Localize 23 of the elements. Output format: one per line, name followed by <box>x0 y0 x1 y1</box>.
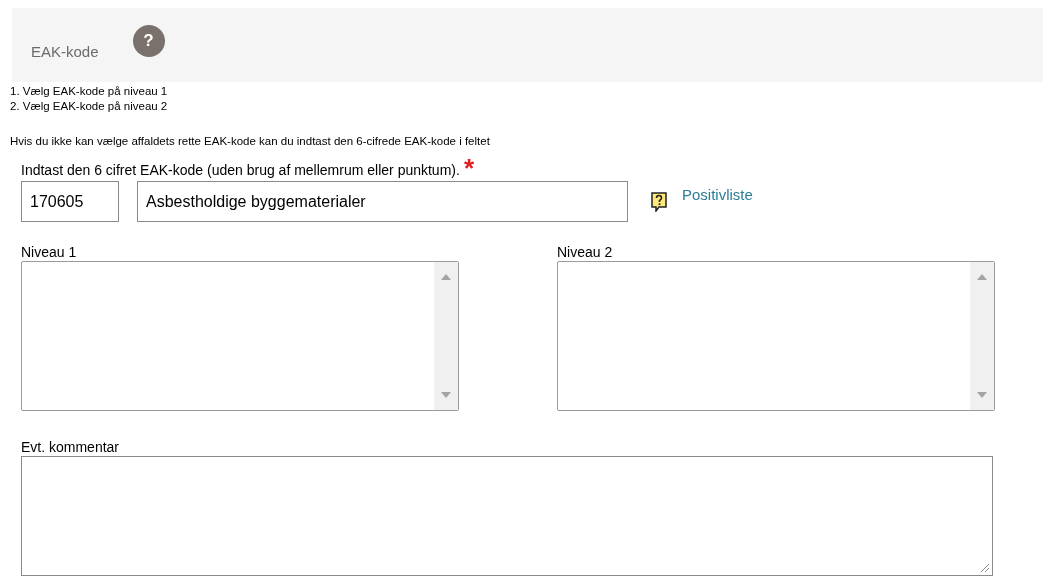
code-input[interactable]: 170605 <box>21 181 119 222</box>
section-title: EAK-kode <box>31 41 99 62</box>
scroll-up-icon[interactable] <box>441 274 451 280</box>
scrollbar[interactable] <box>434 262 458 410</box>
field-label: Evt. kommentar <box>21 439 121 456</box>
required-mark: * <box>463 157 474 179</box>
help-icon[interactable]: ? <box>132 25 165 57</box>
name-input[interactable]: Asbestholdige byggematerialer <box>137 181 628 222</box>
step-text: 2. Vælg EAK-kode på niveau 2 <box>10 99 169 114</box>
scroll-up-icon[interactable] <box>977 274 987 280</box>
field-label: Indtast den 6 cifret EAK-kode (uden brug af mellemrum eller punktum). <box>21 162 460 179</box>
help-icon[interactable] <box>650 191 668 212</box>
field-label: Niveau 1 <box>21 244 78 261</box>
resize-grip-icon[interactable] <box>980 563 990 573</box>
step-text: 1. Vælg EAK-kode på niveau 1 <box>10 84 169 99</box>
scroll-down-icon[interactable] <box>977 392 987 398</box>
scrollbar[interactable] <box>970 262 994 410</box>
field-label: Niveau 2 <box>557 244 614 261</box>
positive-list-link[interactable]: Positivliste <box>682 184 753 207</box>
scroll-down-icon[interactable] <box>441 392 451 398</box>
list-box[interactable] <box>21 261 459 411</box>
hint-text: Hvis du ikke kan vælge affaldets rette EAK-kode kan du indtast den 6-cifrede EAK-kode i feltet <box>10 134 491 149</box>
list-box[interactable] <box>557 261 995 411</box>
